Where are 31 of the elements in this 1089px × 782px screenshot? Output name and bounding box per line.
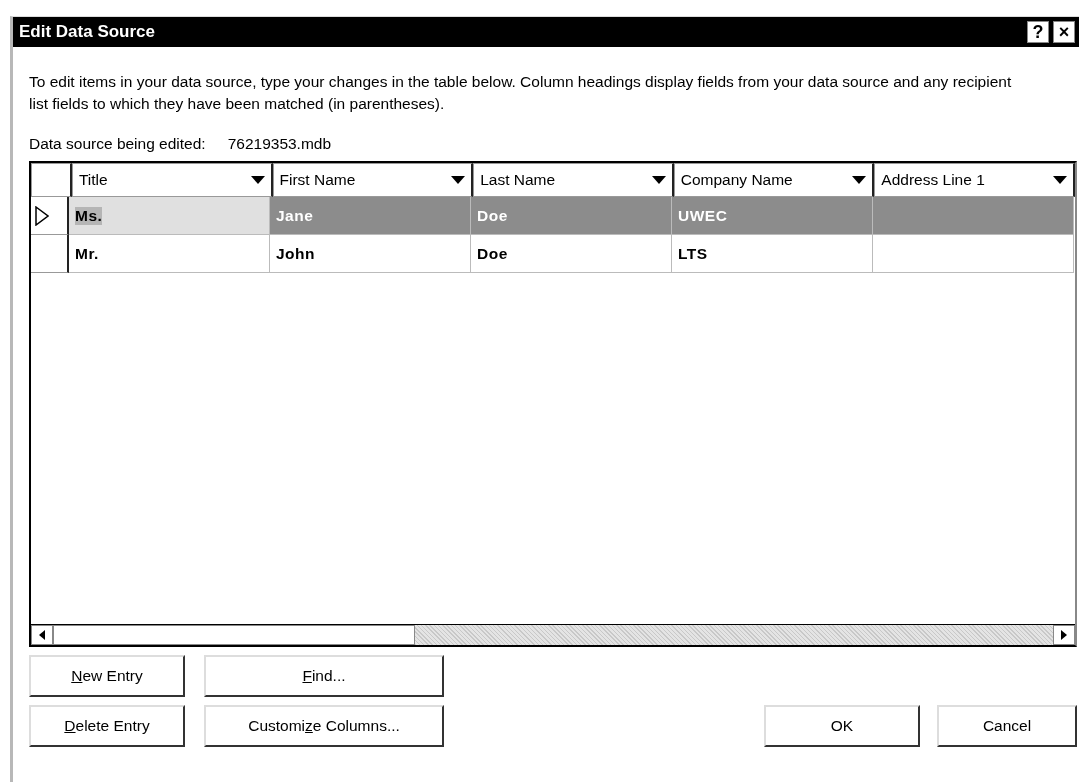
table-cell[interactable]: John [270, 235, 471, 273]
action-button[interactable]: Customize Columns... [204, 705, 444, 747]
table-cell[interactable]: LTS [672, 235, 873, 273]
action-button[interactable]: Find... [204, 655, 444, 697]
help-button[interactable]: ? [1027, 21, 1049, 43]
close-button[interactable]: × [1053, 21, 1075, 43]
dropdown-arrow-icon[interactable] [852, 176, 867, 184]
scroll-right-button[interactable] [1053, 625, 1075, 645]
source-file-name: 76219353.mdb [227, 135, 332, 154]
dropdown-arrow-icon[interactable] [1052, 176, 1067, 184]
table-cell[interactable]: Mr. [69, 235, 270, 273]
window-title: Edit Data Source [19, 22, 157, 42]
action-button[interactable]: New Entry [29, 655, 185, 697]
instructions-text: To edit items in your data source, type your changes in the table below. Column headings display fields from your data source and any recipient list fields to which they have been matched (in parentheses). [29, 72, 1013, 114]
table-cell[interactable]: Ms. [69, 197, 270, 235]
left-arrow-icon [39, 630, 45, 640]
table-cell[interactable] [873, 197, 1074, 235]
action-button[interactable]: Delete Entry [29, 705, 185, 747]
right-arrow-icon [1061, 630, 1067, 640]
source-label: Data source being edited: [29, 135, 206, 154]
ok-button[interactable]: OK [764, 705, 920, 747]
scroll-left-button[interactable] [31, 625, 53, 645]
dropdown-arrow-icon[interactable] [651, 176, 666, 184]
dropdown-arrow-icon[interactable] [451, 176, 466, 184]
dropdown-arrow-icon[interactable] [250, 176, 265, 184]
scroll-thumb[interactable] [53, 625, 415, 645]
horizontal-scrollbar[interactable] [31, 624, 1075, 645]
cancel-button[interactable]: Cancel [937, 705, 1077, 747]
table-cell[interactable]: Doe [471, 235, 672, 273]
current-row-icon [35, 205, 49, 226]
table-cell[interactable] [873, 235, 1074, 273]
